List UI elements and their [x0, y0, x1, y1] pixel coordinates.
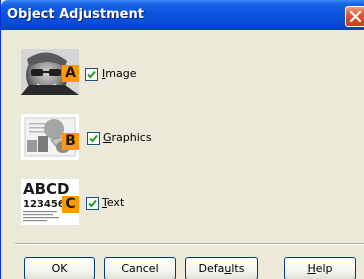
help-label-post: elp [315, 262, 333, 275]
text-checkbox[interactable] [86, 197, 99, 210]
button-separator [15, 243, 364, 245]
text-checkbox-label[interactable]: Text [102, 196, 124, 209]
graphics-label-mnemonic: G [103, 131, 112, 144]
close-button[interactable] [345, 6, 364, 27]
graphics-checkbox[interactable] [87, 132, 100, 145]
graphics-label-text: raphics [111, 131, 152, 144]
image-checkbox[interactable] [85, 68, 98, 81]
graphics-checkbox-label[interactable]: Graphics [103, 131, 152, 144]
defaults-button[interactable]: Defaults [185, 257, 258, 279]
badge-b: B [62, 133, 79, 150]
help-button[interactable]: Help [284, 257, 356, 279]
option-row-graphics: B Graphics [1, 112, 364, 162]
ok-button[interactable]: OK [24, 257, 95, 279]
option-row-text: ABCD 123456 C Text [1, 177, 364, 227]
title-bar[interactable]: Object Adjustment [1, 0, 364, 30]
cancel-button[interactable]: Cancel [104, 257, 176, 279]
option-row-image: A Image [1, 47, 364, 97]
badge-c: C [62, 196, 79, 213]
defaults-label-post: lts [231, 262, 245, 275]
text-sample-line2: 123456 [23, 199, 65, 210]
image-checkbox-label[interactable]: Image [102, 67, 136, 80]
help-label-mnemonic: H [307, 262, 316, 275]
text-label-text: ext [106, 196, 125, 209]
defaults-label-pre: Defa [198, 262, 225, 275]
window-title: Object Adjustment [7, 7, 144, 22]
badge-a: A [62, 65, 79, 82]
object-adjustment-dialog: Object Adjustment A Image B Graphics ABC… [0, 0, 364, 279]
image-label-text: mage [105, 67, 137, 80]
